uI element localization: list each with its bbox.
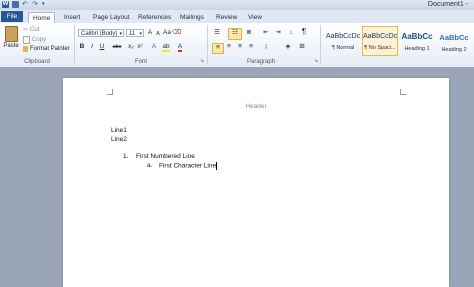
scissors-icon: ✂: [23, 27, 29, 33]
change-case-icon[interactable]: Aa: [163, 29, 171, 37]
style-no-spacing[interactable]: AaBbCcDc ¶ No Spaci...: [362, 26, 398, 56]
cut-button[interactable]: ✂ Cut: [23, 26, 39, 34]
ribbon: Paste ✂ Cut Copy Format Painter Clipboar…: [0, 23, 474, 68]
increase-indent-icon[interactable]: ⇥: [274, 29, 282, 37]
tab-page-layout[interactable]: Page Layout: [89, 12, 134, 23]
dialog-launcher-icon[interactable]: ↘: [312, 57, 320, 65]
align-right-icon[interactable]: ≡: [236, 43, 244, 51]
font-family-select[interactable]: Calibri (Body) ▾: [78, 29, 124, 37]
dialog-launcher-icon[interactable]: ↘: [198, 57, 206, 65]
font-color-icon[interactable]: A: [176, 43, 184, 52]
style-normal[interactable]: AaBbCcDc ¶ Normal: [325, 26, 361, 56]
decrease-indent-icon[interactable]: ⇤: [262, 29, 270, 37]
redo-icon[interactable]: ↷: [32, 1, 39, 8]
text-line-2[interactable]: Line2: [111, 136, 127, 143]
alpha-list-item[interactable]: First Character Line: [159, 162, 218, 170]
customize-qat-icon[interactable]: ▾: [42, 1, 49, 8]
group-separator: [74, 25, 75, 65]
multilevel-list-icon[interactable]: ≣: [244, 29, 254, 37]
tab-file[interactable]: File: [1, 11, 23, 22]
paragraph-group-label: Paragraph: [246, 59, 276, 65]
clipboard-icon: [4, 26, 18, 42]
tab-review[interactable]: Review: [212, 12, 241, 23]
subscript-icon[interactable]: x₂: [127, 43, 135, 51]
group-separator: [320, 25, 321, 65]
word-logo-icon[interactable]: W: [2, 1, 9, 8]
superscript-icon[interactable]: x²: [136, 43, 144, 51]
tab-view[interactable]: View: [244, 12, 266, 23]
quick-access-toolbar: W ↶ ↷ ▾: [2, 1, 49, 8]
font-size-select[interactable]: 11 ▾: [126, 29, 144, 37]
document-page[interactable]: Header Line1 Line2 1. First Numbered Lin…: [63, 78, 449, 287]
crop-mark: [107, 89, 113, 95]
highlight-icon[interactable]: ab: [162, 43, 170, 52]
bold-button[interactable]: B: [78, 43, 86, 51]
shrink-font-icon[interactable]: A: [154, 30, 162, 38]
text-effects-icon[interactable]: A: [150, 43, 158, 51]
title-bar: W ↶ ↷ ▾ Document1 -: [0, 0, 474, 10]
justify-icon[interactable]: ≡: [247, 43, 255, 51]
grow-font-icon[interactable]: A: [146, 29, 154, 37]
text-line-1[interactable]: Line1: [111, 127, 127, 134]
line-spacing-icon[interactable]: ↨: [262, 43, 270, 51]
show-formatting-icon[interactable]: ¶: [300, 28, 308, 36]
page-header[interactable]: Header: [63, 103, 449, 110]
numbering-icon[interactable]: ☷: [228, 28, 242, 40]
clear-formatting-icon[interactable]: ⌫: [172, 29, 181, 37]
tab-insert[interactable]: Insert: [60, 12, 84, 23]
italic-button[interactable]: I: [88, 43, 96, 51]
text-cursor: [216, 162, 218, 170]
align-left-icon[interactable]: ≡: [212, 43, 224, 54]
save-icon[interactable]: [12, 1, 19, 8]
format-painter-button[interactable]: Format Painter: [23, 46, 70, 52]
clipboard-group-label: Clipboard: [24, 59, 50, 65]
sort-icon[interactable]: ↕: [287, 29, 295, 37]
underline-button[interactable]: U: [98, 43, 106, 51]
borders-icon[interactable]: ⊞: [298, 43, 306, 51]
tab-mailings[interactable]: Mailings: [176, 12, 208, 23]
shading-icon[interactable]: ◈: [284, 43, 292, 51]
crop-mark: [400, 89, 406, 95]
brush-icon: [23, 46, 28, 52]
list-marker-numbered: 1.: [123, 153, 129, 160]
undo-icon[interactable]: ↶: [22, 1, 29, 8]
numbered-list-item[interactable]: First Numbered Line: [136, 153, 195, 160]
paste-button[interactable]: Paste: [3, 26, 19, 49]
bullets-icon[interactable]: ☰: [212, 29, 222, 37]
ribbon-tabs: File Home Insert Page Layout References …: [0, 10, 474, 24]
chevron-down-icon: ▾: [139, 31, 142, 37]
style-heading-2[interactable]: AaBbCc Heading 2: [436, 26, 472, 56]
chevron-down-icon: ▾: [119, 31, 122, 37]
copy-button[interactable]: Copy: [23, 36, 46, 44]
list-marker-alpha: a.: [147, 162, 153, 169]
document-title: Document1 -: [427, 1, 468, 8]
align-center-icon[interactable]: ≡: [225, 43, 233, 51]
font-group-label: Font: [134, 59, 147, 65]
style-heading-1[interactable]: AaBbCc Heading 1: [399, 26, 435, 56]
copy-icon: [23, 36, 30, 44]
tab-references[interactable]: References: [134, 12, 175, 23]
strikethrough-button[interactable]: abc: [111, 43, 123, 51]
